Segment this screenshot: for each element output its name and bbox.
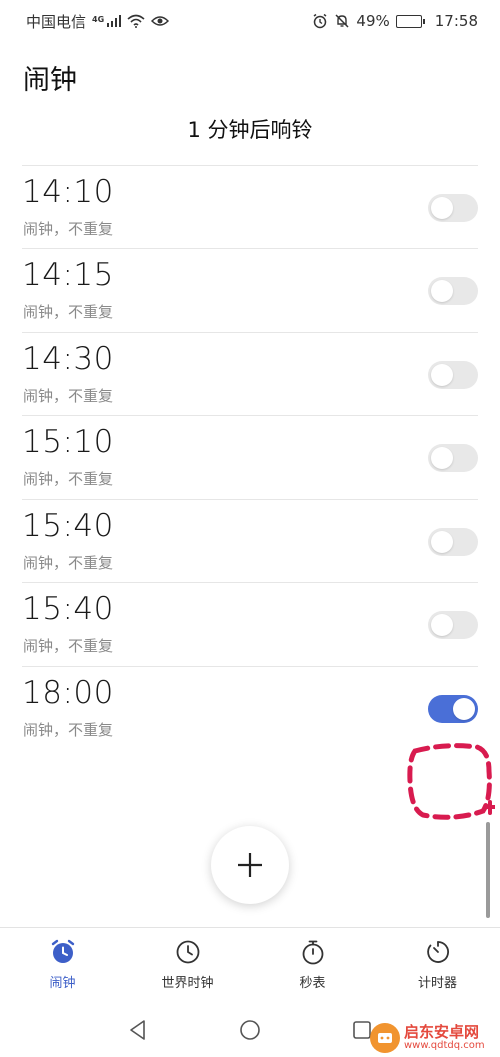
alarm-time: 14:30 <box>22 340 114 377</box>
tab-timer[interactable]: 计时器 <box>375 928 500 1001</box>
back-button[interactable] <box>124 1016 152 1044</box>
toggle-knob <box>431 196 453 219</box>
alarm-item[interactable]: 13:50闹钟，不重复 <box>22 158 478 166</box>
alarm-icon <box>51 939 74 963</box>
alarm-item[interactable]: 18:00 闹钟，不重复 <box>22 667 478 751</box>
highlight-annotation <box>407 743 495 820</box>
tab-timer-label: 计时器 <box>417 976 457 991</box>
watermark-logo-icon <box>370 1023 400 1053</box>
status-right: 49% 17:58 <box>312 12 478 30</box>
eye-icon <box>151 16 170 26</box>
alarm-toggle[interactable] <box>428 193 478 222</box>
alarm-description: 闹钟，不重复 <box>23 219 114 238</box>
bottom-nav: 闹钟 世界时钟 秒表 计时器 <box>0 927 500 1001</box>
alarm-item[interactable]: 15:10 闹钟，不重复 <box>22 416 478 500</box>
alarm-description: 闹钟，不重复 <box>23 637 114 655</box>
alarm-toggle[interactable] <box>428 694 478 723</box>
alarm-clock-icon <box>313 13 327 29</box>
scrollbar[interactable] <box>486 822 490 918</box>
toggle-knob <box>453 697 475 720</box>
clock-time: 17:58 <box>434 12 478 30</box>
back-icon <box>130 1020 145 1040</box>
watermark-url: www.qdtdq.com <box>404 1039 485 1051</box>
alarm-time: 14:10 <box>22 173 114 210</box>
recents-icon <box>353 1021 371 1039</box>
tab-world-clock[interactable]: 世界时钟 <box>125 928 250 1001</box>
bell-off-icon <box>335 14 349 28</box>
home-button[interactable] <box>236 1016 264 1044</box>
alarm-time: 15:10 <box>22 424 114 460</box>
tab-alarm-label: 闹钟 <box>49 976 76 991</box>
toggle-knob <box>431 447 453 469</box>
toggle-knob <box>431 280 453 302</box>
alarm-description: 闹钟，不重复 <box>23 386 114 405</box>
signal-icon: 4G <box>92 15 122 27</box>
add-alarm-button[interactable] <box>211 826 289 904</box>
tab-world-clock-label: 世界时钟 <box>161 976 214 991</box>
watermark: 启东安卓网 www.qdtdq.com <box>370 1020 500 1056</box>
stopwatch-icon <box>302 940 323 965</box>
wifi-icon <box>127 14 145 28</box>
tab-stopwatch[interactable]: 秒表 <box>250 928 375 1001</box>
alarm-item[interactable]: 14:15 闹钟，不重复 <box>22 249 478 333</box>
plus-icon <box>238 853 262 877</box>
tab-stopwatch-label: 秒表 <box>299 976 326 991</box>
carrier-label: 中国电信 <box>26 12 87 31</box>
alarm-item[interactable]: 14:10 闹钟，不重复 <box>22 166 478 249</box>
timer-icon <box>426 941 449 963</box>
alarm-time: 15:40 <box>22 591 114 627</box>
alarm-item[interactable]: 15:40 闹钟，不重复 <box>22 583 478 667</box>
battery-percent: 49% <box>356 12 390 30</box>
toggle-knob <box>431 530 453 553</box>
battery-icon <box>395 14 425 28</box>
alarm-toggle[interactable] <box>428 277 478 305</box>
page-title: 闹钟 <box>23 65 77 96</box>
alarm-time: 18:00 <box>22 674 114 711</box>
alarm-description: 闹钟，不重复 <box>23 720 114 739</box>
next-ring-text: 1 分钟后响铃 <box>187 118 313 142</box>
toggle-knob <box>431 614 453 636</box>
alarm-time: 14:15 <box>22 257 114 293</box>
alarm-description: 闹钟，不重复 <box>23 553 114 572</box>
clock-icon <box>176 940 199 964</box>
alarm-toggle[interactable] <box>428 527 478 556</box>
home-icon <box>240 1020 260 1040</box>
watermark-name: 启东安卓网 <box>404 1022 480 1041</box>
alarm-item[interactable]: 14:30 闹钟，不重复 <box>22 333 478 416</box>
alarm-toggle[interactable] <box>428 611 478 639</box>
alarm-toggle[interactable] <box>428 360 478 389</box>
alarm-description: 闹钟，不重复 <box>23 470 114 488</box>
alarm-description: 闹钟，不重复 <box>23 303 114 321</box>
status-bar: 中国电信 4G 49% 17:58 <box>0 0 500 42</box>
status-left: 中国电信 4G <box>26 11 170 32</box>
alarm-item[interactable]: 15:40 闹钟，不重复 <box>22 500 478 583</box>
toggle-knob <box>431 363 453 386</box>
network-type: 4G <box>92 15 105 24</box>
alarm-toggle[interactable] <box>428 444 478 472</box>
alarm-time: 15:40 <box>22 507 114 544</box>
tab-alarm[interactable]: 闹钟 <box>0 928 125 1001</box>
